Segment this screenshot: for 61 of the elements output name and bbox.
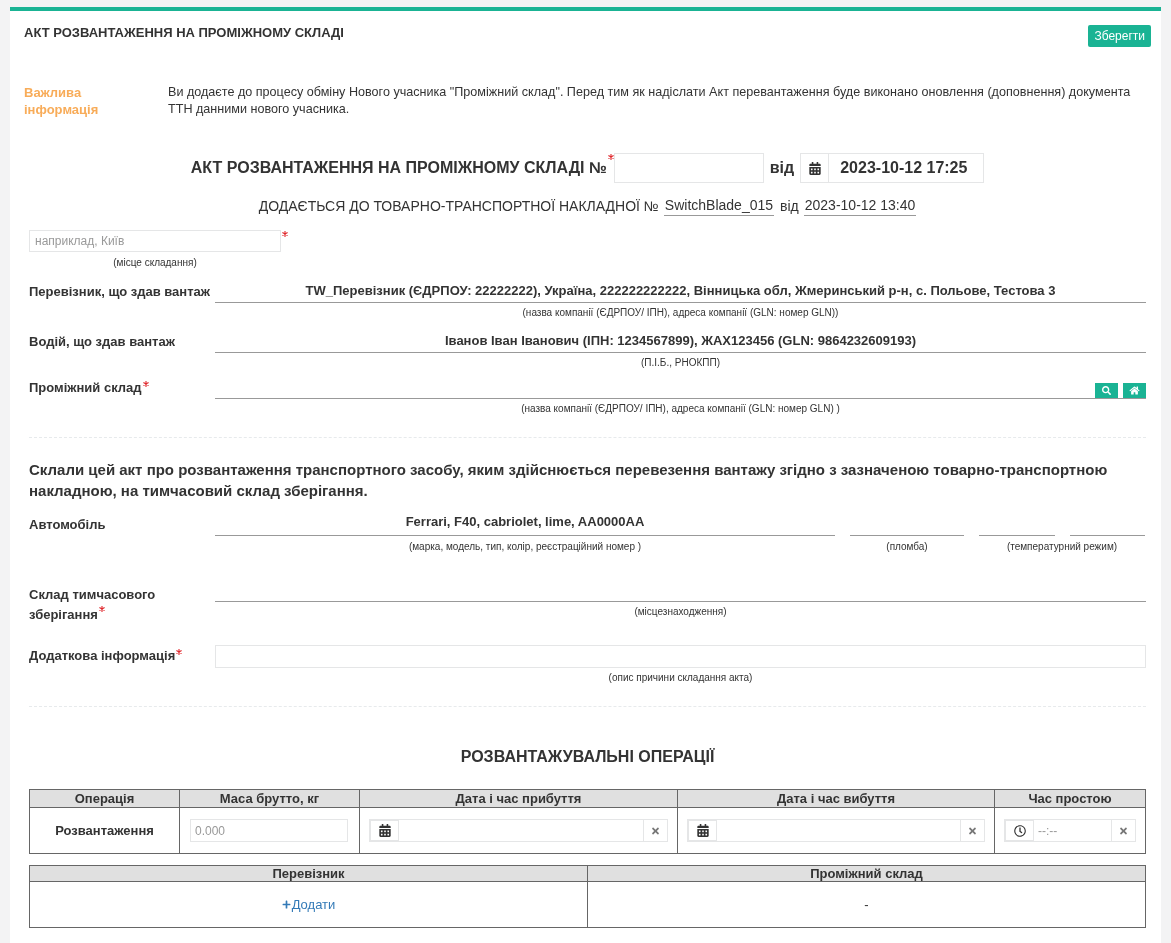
add-link[interactable]: Додати bbox=[281, 894, 336, 915]
home-button[interactable] bbox=[1123, 383, 1146, 398]
field-caption: (марка, модель, тип, колір, реєстраційний номер ) bbox=[408, 541, 642, 553]
act-title: АКТ РОЗВАНТАЖЕННЯ НА ПРОМІЖНОМУ СКЛАДІ № bbox=[190, 158, 607, 178]
table-cell: - bbox=[587, 881, 1146, 928]
calendar-icon bbox=[808, 161, 821, 175]
notice-label: Важлива інформація bbox=[24, 84, 100, 118]
field-caption: (пломба) bbox=[886, 541, 928, 553]
waybill-label: ДОДАЄТЬСЯ ДО ТОВАРНО-ТРАНСПОРТНОЇ НАКЛАДНОЇ № bbox=[258, 197, 659, 216]
vehicle-value-field: Ferrari, F40, cabriolet, lime, AA0000AA bbox=[215, 514, 835, 536]
field-label: Перевізник, що здав вантаж bbox=[29, 284, 210, 300]
field-label: Склад тимчасового зберігання bbox=[29, 587, 156, 622]
field-caption: (місцезнаходження) bbox=[634, 606, 727, 618]
calendar-button[interactable] bbox=[800, 153, 830, 183]
act-date-field[interactable]: 2023-10-12 17:25 bbox=[829, 153, 985, 183]
waybill-date-field[interactable]: 2023-10-12 13:40 bbox=[803, 195, 917, 216]
calendar-icon bbox=[696, 824, 709, 837]
calendar-button[interactable] bbox=[688, 820, 717, 841]
table-cell: Розвантаження bbox=[29, 807, 180, 854]
additional-info-field[interactable] bbox=[215, 645, 1146, 668]
field-caption: (П.І.Б., РНОКПП) bbox=[641, 357, 720, 369]
column-header: Дата і час вибуття bbox=[677, 789, 995, 808]
mass-field[interactable]: 0.000 bbox=[190, 819, 348, 842]
party-value-field: TW_Перевізник (ЄДРПОУ: 22222222), Україна, 222222222222, Вінницька обл, Жмеринський р-н, с. Польове, Тестова 3 bbox=[215, 281, 1146, 303]
column-header: Маса брутто, кг bbox=[179, 789, 360, 808]
act-number-field[interactable] bbox=[613, 153, 764, 183]
calendar-icon bbox=[378, 824, 391, 837]
home-icon bbox=[1129, 386, 1140, 395]
field-label: Додаткова інформація bbox=[29, 648, 176, 664]
column-header: Дата і час прибуття bbox=[359, 789, 678, 808]
plus-icon bbox=[281, 899, 291, 909]
notice-text: Ви додаєте до процесу обміну Нового учасника "Проміжний склад". Перед тим як надіслати Акт перевантаження буде виконано оновлення (доповнення) документа ТТН данними нового учасника. bbox=[168, 84, 1132, 118]
close-icon bbox=[651, 825, 660, 836]
date-label: від bbox=[769, 158, 795, 178]
search-button[interactable] bbox=[1095, 383, 1118, 398]
field-caption: (назва компанії (ЄДРПОУ/ ІПН), адреса компанії (GLN: номер GLN)) bbox=[522, 307, 839, 319]
place-field[interactable]: наприклад, Київ bbox=[29, 230, 281, 252]
search-icon bbox=[1102, 386, 1111, 395]
field-caption: (опис причини складання акта) bbox=[608, 672, 753, 684]
date-label: від bbox=[780, 197, 799, 216]
idle-time-picker[interactable]: --:-- bbox=[1004, 819, 1136, 842]
act-statement: Склали цей акт про розвантаження транспортного засобу, яким здійснюється перевезення вантажу згідно з зазначеною товарно-транспортною накладною, на тимчасовий склад зберігання. bbox=[29, 460, 1109, 501]
page-title: АКТ РОЗВАНТАЖЕННЯ НА ПРОМІЖНОМУ СКЛАДІ bbox=[24, 24, 344, 42]
clock-button[interactable] bbox=[1005, 820, 1034, 841]
field-caption: (місце складання) bbox=[113, 257, 197, 269]
column-header: Час простою bbox=[994, 789, 1146, 808]
section-title: РОЗВАНТАЖУВАЛЬНІ ОПЕРАЦІЇ bbox=[460, 747, 715, 767]
column-header: Операція bbox=[29, 789, 180, 808]
column-header: Перевізник bbox=[29, 865, 588, 882]
field-label: Водій, що здав вантаж bbox=[29, 334, 175, 350]
calendar-button[interactable] bbox=[370, 820, 399, 841]
field-label: Автомобіль bbox=[29, 517, 106, 532]
close-icon bbox=[1119, 825, 1128, 836]
column-header: Проміжний склад bbox=[587, 865, 1146, 882]
field-caption: (температурний режим) bbox=[1006, 541, 1118, 553]
clock-icon bbox=[1013, 824, 1026, 837]
field-label: Проміжний склад bbox=[29, 380, 142, 396]
party-value-field: Іванов Іван Іванович (ІПН: 1234567899), ЖАХ123456 (GLN: 9864232609193) bbox=[215, 331, 1146, 353]
field-caption: (назва компанії (ЄДРПОУ/ ІПН), адреса компанії (GLN: номер GLN) ) bbox=[521, 403, 840, 415]
close-icon bbox=[968, 825, 977, 836]
waybill-number-field[interactable]: SwitchBlade_015 bbox=[663, 195, 775, 216]
